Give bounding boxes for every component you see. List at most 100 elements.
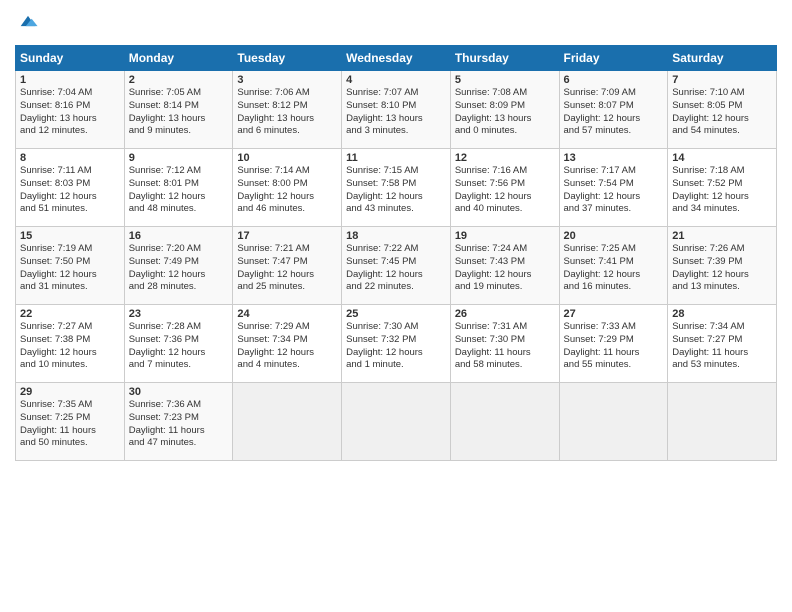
day-number: 12 — [455, 152, 555, 164]
col-header-tuesday: Tuesday — [233, 46, 342, 71]
day-number: 8 — [20, 152, 120, 164]
day-number: 6 — [564, 74, 664, 86]
col-header-saturday: Saturday — [668, 46, 777, 71]
calendar-cell: 10Sunrise: 7:14 AMSunset: 8:00 PMDayligh… — [233, 149, 342, 227]
calendar-cell: 27Sunrise: 7:33 AMSunset: 7:29 PMDayligh… — [559, 305, 668, 383]
calendar-cell: 15Sunrise: 7:19 AMSunset: 7:50 PMDayligh… — [16, 227, 125, 305]
day-number: 4 — [346, 74, 446, 86]
day-info: Sunrise: 7:22 AMSunset: 7:45 PMDaylight:… — [346, 243, 446, 294]
day-number: 27 — [564, 308, 664, 320]
day-number: 10 — [237, 152, 337, 164]
col-header-sunday: Sunday — [16, 46, 125, 71]
day-number: 19 — [455, 230, 555, 242]
day-number: 29 — [20, 386, 120, 398]
day-info: Sunrise: 7:26 AMSunset: 7:39 PMDaylight:… — [672, 243, 772, 294]
day-info: Sunrise: 7:06 AMSunset: 8:12 PMDaylight:… — [237, 87, 337, 138]
calendar-week-row: 29Sunrise: 7:35 AMSunset: 7:25 PMDayligh… — [16, 383, 777, 461]
day-info: Sunrise: 7:33 AMSunset: 7:29 PMDaylight:… — [564, 321, 664, 372]
calendar-cell: 20Sunrise: 7:25 AMSunset: 7:41 PMDayligh… — [559, 227, 668, 305]
header — [15, 10, 777, 37]
day-number: 17 — [237, 230, 337, 242]
day-info: Sunrise: 7:19 AMSunset: 7:50 PMDaylight:… — [20, 243, 120, 294]
day-number: 16 — [129, 230, 229, 242]
day-number: 20 — [564, 230, 664, 242]
day-number: 24 — [237, 308, 337, 320]
day-info: Sunrise: 7:17 AMSunset: 7:54 PMDaylight:… — [564, 165, 664, 216]
day-info: Sunrise: 7:34 AMSunset: 7:27 PMDaylight:… — [672, 321, 772, 372]
logo-icon — [17, 10, 39, 32]
calendar-cell: 4Sunrise: 7:07 AMSunset: 8:10 PMDaylight… — [342, 71, 451, 149]
day-info: Sunrise: 7:05 AMSunset: 8:14 PMDaylight:… — [129, 87, 229, 138]
day-number: 23 — [129, 308, 229, 320]
calendar-cell: 13Sunrise: 7:17 AMSunset: 7:54 PMDayligh… — [559, 149, 668, 227]
calendar-cell — [668, 383, 777, 461]
calendar-cell — [450, 383, 559, 461]
col-header-friday: Friday — [559, 46, 668, 71]
calendar-cell: 26Sunrise: 7:31 AMSunset: 7:30 PMDayligh… — [450, 305, 559, 383]
calendar-cell: 1Sunrise: 7:04 AMSunset: 8:16 PMDaylight… — [16, 71, 125, 149]
day-info: Sunrise: 7:35 AMSunset: 7:25 PMDaylight:… — [20, 399, 120, 450]
calendar-cell: 25Sunrise: 7:30 AMSunset: 7:32 PMDayligh… — [342, 305, 451, 383]
day-number: 25 — [346, 308, 446, 320]
calendar-cell — [342, 383, 451, 461]
calendar-cell: 12Sunrise: 7:16 AMSunset: 7:56 PMDayligh… — [450, 149, 559, 227]
day-number: 7 — [672, 74, 772, 86]
day-info: Sunrise: 7:09 AMSunset: 8:07 PMDaylight:… — [564, 87, 664, 138]
calendar-week-row: 1Sunrise: 7:04 AMSunset: 8:16 PMDaylight… — [16, 71, 777, 149]
day-info: Sunrise: 7:31 AMSunset: 7:30 PMDaylight:… — [455, 321, 555, 372]
day-number: 1 — [20, 74, 120, 86]
calendar-table: SundayMondayTuesdayWednesdayThursdayFrid… — [15, 45, 777, 461]
calendar-page: SundayMondayTuesdayWednesdayThursdayFrid… — [0, 0, 792, 612]
day-number: 3 — [237, 74, 337, 86]
calendar-cell: 18Sunrise: 7:22 AMSunset: 7:45 PMDayligh… — [342, 227, 451, 305]
calendar-week-row: 8Sunrise: 7:11 AMSunset: 8:03 PMDaylight… — [16, 149, 777, 227]
day-number: 30 — [129, 386, 229, 398]
day-info: Sunrise: 7:11 AMSunset: 8:03 PMDaylight:… — [20, 165, 120, 216]
day-number: 13 — [564, 152, 664, 164]
calendar-header-row: SundayMondayTuesdayWednesdayThursdayFrid… — [16, 46, 777, 71]
day-info: Sunrise: 7:28 AMSunset: 7:36 PMDaylight:… — [129, 321, 229, 372]
calendar-cell: 6Sunrise: 7:09 AMSunset: 8:07 PMDaylight… — [559, 71, 668, 149]
calendar-week-row: 22Sunrise: 7:27 AMSunset: 7:38 PMDayligh… — [16, 305, 777, 383]
day-info: Sunrise: 7:10 AMSunset: 8:05 PMDaylight:… — [672, 87, 772, 138]
calendar-cell: 2Sunrise: 7:05 AMSunset: 8:14 PMDaylight… — [124, 71, 233, 149]
day-info: Sunrise: 7:24 AMSunset: 7:43 PMDaylight:… — [455, 243, 555, 294]
calendar-cell: 28Sunrise: 7:34 AMSunset: 7:27 PMDayligh… — [668, 305, 777, 383]
day-info: Sunrise: 7:20 AMSunset: 7:49 PMDaylight:… — [129, 243, 229, 294]
day-info: Sunrise: 7:21 AMSunset: 7:47 PMDaylight:… — [237, 243, 337, 294]
calendar-cell: 24Sunrise: 7:29 AMSunset: 7:34 PMDayligh… — [233, 305, 342, 383]
calendar-cell: 7Sunrise: 7:10 AMSunset: 8:05 PMDaylight… — [668, 71, 777, 149]
day-number: 11 — [346, 152, 446, 164]
day-info: Sunrise: 7:36 AMSunset: 7:23 PMDaylight:… — [129, 399, 229, 450]
calendar-cell: 23Sunrise: 7:28 AMSunset: 7:36 PMDayligh… — [124, 305, 233, 383]
day-number: 28 — [672, 308, 772, 320]
calendar-cell: 22Sunrise: 7:27 AMSunset: 7:38 PMDayligh… — [16, 305, 125, 383]
day-info: Sunrise: 7:14 AMSunset: 8:00 PMDaylight:… — [237, 165, 337, 216]
col-header-wednesday: Wednesday — [342, 46, 451, 71]
logo — [15, 10, 39, 37]
day-number: 9 — [129, 152, 229, 164]
day-info: Sunrise: 7:25 AMSunset: 7:41 PMDaylight:… — [564, 243, 664, 294]
calendar-cell: 14Sunrise: 7:18 AMSunset: 7:52 PMDayligh… — [668, 149, 777, 227]
calendar-cell — [233, 383, 342, 461]
calendar-cell: 16Sunrise: 7:20 AMSunset: 7:49 PMDayligh… — [124, 227, 233, 305]
calendar-cell: 3Sunrise: 7:06 AMSunset: 8:12 PMDaylight… — [233, 71, 342, 149]
day-number: 21 — [672, 230, 772, 242]
col-header-thursday: Thursday — [450, 46, 559, 71]
calendar-cell: 30Sunrise: 7:36 AMSunset: 7:23 PMDayligh… — [124, 383, 233, 461]
calendar-cell: 17Sunrise: 7:21 AMSunset: 7:47 PMDayligh… — [233, 227, 342, 305]
day-info: Sunrise: 7:04 AMSunset: 8:16 PMDaylight:… — [20, 87, 120, 138]
day-info: Sunrise: 7:29 AMSunset: 7:34 PMDaylight:… — [237, 321, 337, 372]
day-info: Sunrise: 7:07 AMSunset: 8:10 PMDaylight:… — [346, 87, 446, 138]
calendar-week-row: 15Sunrise: 7:19 AMSunset: 7:50 PMDayligh… — [16, 227, 777, 305]
calendar-cell: 8Sunrise: 7:11 AMSunset: 8:03 PMDaylight… — [16, 149, 125, 227]
col-header-monday: Monday — [124, 46, 233, 71]
calendar-cell: 9Sunrise: 7:12 AMSunset: 8:01 PMDaylight… — [124, 149, 233, 227]
calendar-cell — [559, 383, 668, 461]
day-info: Sunrise: 7:15 AMSunset: 7:58 PMDaylight:… — [346, 165, 446, 216]
calendar-cell: 5Sunrise: 7:08 AMSunset: 8:09 PMDaylight… — [450, 71, 559, 149]
day-info: Sunrise: 7:12 AMSunset: 8:01 PMDaylight:… — [129, 165, 229, 216]
day-number: 14 — [672, 152, 772, 164]
calendar-cell: 11Sunrise: 7:15 AMSunset: 7:58 PMDayligh… — [342, 149, 451, 227]
day-number: 2 — [129, 74, 229, 86]
